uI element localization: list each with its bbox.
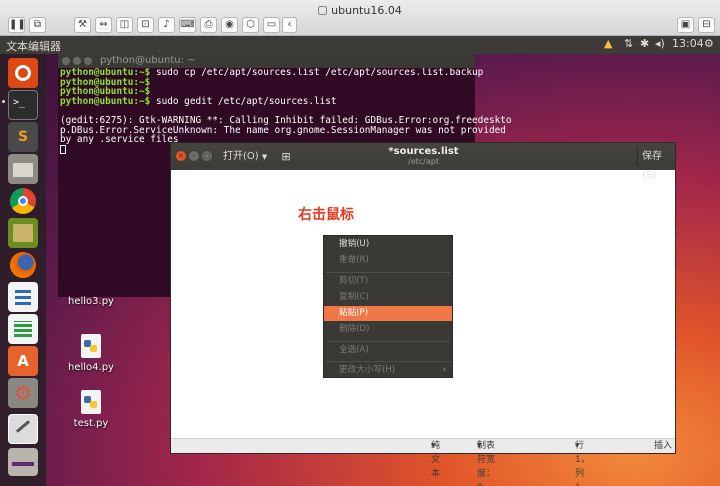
launcher: >_ S A ⚙ xyxy=(0,54,46,486)
menu-item-paste[interactable]: 粘贴(P) xyxy=(324,306,452,321)
clock[interactable]: 13:04 xyxy=(672,37,704,50)
menu-item-cut[interactable]: 剪切(T) xyxy=(324,274,452,289)
drive-icon[interactable]: ◫ xyxy=(116,17,133,33)
software-center-icon[interactable]: A xyxy=(8,346,38,376)
gtk-warning-text: (gedit:6275): Gtk-WARNING **: Calling In… xyxy=(60,114,512,146)
chrome-icon[interactable] xyxy=(8,186,38,216)
unity-mode-button[interactable]: ⊟ xyxy=(698,17,715,33)
keyboard-icon[interactable]: ⌨ xyxy=(179,17,196,33)
menu-item-select-all[interactable]: 全选(A) xyxy=(324,343,452,358)
terminal-titlebar: python@ubuntu: ~ xyxy=(58,54,475,68)
tab-width-dropdown[interactable]: 制表符宽度：8 ▾ xyxy=(477,439,495,486)
document-path: /etc/apt xyxy=(408,157,439,166)
maximize-icon[interactable] xyxy=(84,57,92,65)
desktop-file-hello4[interactable]: hello4.py xyxy=(61,334,121,373)
sound-icon[interactable]: ♪ xyxy=(158,17,175,33)
desktop-file-hello3[interactable]: hello3.py xyxy=(61,296,121,307)
cursor-position-dropdown[interactable]: 行 1，列 1 ▾ xyxy=(575,439,590,486)
vm-window-titlebar: ubuntu16.04 ❚❚ ⧉ ⚒ ⇔ ◫ ⊡ ♪ ⌨ ⎙ ◉ ⬡ ▭ ‹ ▣… xyxy=(0,0,720,36)
sublime-text-icon[interactable]: S xyxy=(8,122,38,152)
menu-item-redo[interactable]: 重做(R) xyxy=(324,253,452,268)
menu-separator xyxy=(326,341,450,342)
open-button[interactable]: 打开(O) ▼ xyxy=(219,147,271,166)
close-icon[interactable]: × xyxy=(176,151,186,161)
document-title: *sources.list xyxy=(388,146,459,157)
libreoffice-calc-icon[interactable] xyxy=(8,314,38,344)
menu-separator xyxy=(326,361,450,362)
network-indicator-icon[interactable]: ⇅ xyxy=(624,37,633,50)
network-arrows-icon[interactable]: ⇔ xyxy=(95,17,112,33)
pause-button[interactable]: ❚❚ xyxy=(8,17,26,33)
chevron-down-icon: ▼ xyxy=(261,153,268,161)
menu-item-delete[interactable]: 删除(D) xyxy=(324,322,452,337)
syntax-dropdown[interactable]: 纯文本 ▾ xyxy=(431,439,440,479)
chevron-right-icon: › xyxy=(442,365,446,375)
display-icon[interactable]: ▭ xyxy=(263,17,280,33)
settings-wrench-icon[interactable]: ⚒ xyxy=(74,17,91,33)
volume-indicator-icon[interactable]: ◂) xyxy=(655,37,665,50)
new-tab-icon[interactable]: ⊞ xyxy=(275,147,297,166)
disk-icon[interactable]: ⊡ xyxy=(137,17,154,33)
usb-icon[interactable]: ⬡ xyxy=(242,17,259,33)
menu-item-change-case[interactable]: 更改大小写(H) › xyxy=(324,363,452,378)
gedit-icon[interactable] xyxy=(8,414,38,444)
ubuntu-dash-icon[interactable] xyxy=(8,58,38,88)
menu-separator xyxy=(326,272,450,273)
camera-icon[interactable]: ◉ xyxy=(221,17,238,33)
ubuntu-top-panel: 文本编辑器 ▲ ⇅ ✱ ◂) 13:04 ⚙ xyxy=(0,36,720,54)
minimize-icon[interactable]: – xyxy=(189,151,199,161)
printer-icon[interactable]: ⎙ xyxy=(200,17,217,33)
update-indicator-icon[interactable]: ▲ xyxy=(604,37,612,50)
maximize-icon[interactable]: □ xyxy=(202,151,212,161)
chevron-left-icon[interactable]: ‹ xyxy=(282,17,297,33)
bluetooth-indicator-icon[interactable]: ✱ xyxy=(640,37,649,50)
terminal-title: python@ubuntu: ~ xyxy=(100,55,196,66)
running-indicator xyxy=(2,100,5,103)
minimize-icon[interactable] xyxy=(73,57,81,65)
firefox-icon[interactable] xyxy=(8,250,38,280)
system-gear-icon[interactable]: ⚙ xyxy=(704,37,714,50)
context-menu: 撤销(U) 重做(R) 剪切(T) 复制(C) 粘贴(P) 删除(D) 全选(A… xyxy=(323,235,453,378)
right-click-annotation: 右击鼠标 xyxy=(298,207,354,223)
active-app-title: 文本编辑器 xyxy=(6,40,61,53)
gedit-headerbar: × – □ 打开(O) ▼ ⊞ *sources.list /etc/apt 保… xyxy=(171,143,675,181)
python-file-icon xyxy=(81,334,101,358)
vm-disk-icon xyxy=(318,6,328,15)
menu-item-copy[interactable]: 复制(C) xyxy=(324,290,452,305)
system-settings-icon[interactable]: ⚙ xyxy=(8,378,38,408)
close-icon[interactable] xyxy=(62,57,70,65)
gedit-statusbar: 纯文本 ▾ 制表符宽度：8 ▾ 行 1，列 1 ▾ 插入 xyxy=(171,438,675,486)
fullscreen-button[interactable]: ▣ xyxy=(677,17,694,33)
libreoffice-writer-icon[interactable] xyxy=(8,282,38,312)
books-icon[interactable] xyxy=(8,218,38,248)
files-icon[interactable] xyxy=(8,154,38,184)
disk-icon[interactable] xyxy=(8,448,38,476)
terminal-icon[interactable]: >_ xyxy=(8,90,38,120)
menu-item-undo[interactable]: 撤销(U) xyxy=(324,237,452,252)
snapshot-button[interactable]: ⧉ xyxy=(29,17,46,33)
vm-window-title: ubuntu16.04 xyxy=(0,4,720,17)
terminal-cursor xyxy=(60,144,66,154)
python-file-icon xyxy=(81,390,101,414)
save-button[interactable]: 保存(S) xyxy=(637,147,675,181)
insert-mode[interactable]: 插入 xyxy=(654,439,672,453)
desktop-file-test[interactable]: test.py xyxy=(61,390,121,429)
